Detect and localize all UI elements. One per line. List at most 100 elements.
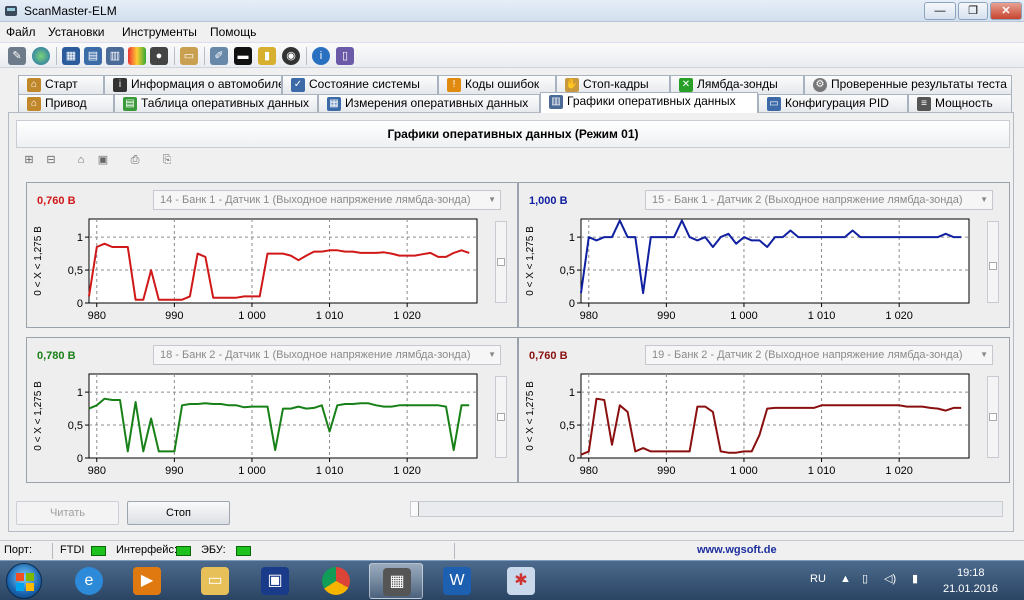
ie-icon: e bbox=[75, 567, 103, 595]
scroll-thumb[interactable] bbox=[989, 262, 997, 270]
taskbar-explorer[interactable]: ▭ bbox=[188, 563, 242, 599]
clipboard-icon[interactable]: ▭ bbox=[180, 47, 198, 65]
x-tick-label: 1 000 bbox=[238, 465, 266, 477]
stop-button[interactable]: Стоп bbox=[127, 501, 230, 525]
sensor-select-value: 15 - Банк 1 - Датчик 2 (Выходное напряже… bbox=[652, 194, 963, 206]
website-link[interactable]: www.wgsoft.de bbox=[697, 544, 777, 556]
volume-icon[interactable]: ◁) bbox=[884, 572, 896, 585]
chart-vscroll[interactable] bbox=[987, 221, 999, 303]
hand-icon: ✋ bbox=[565, 78, 579, 92]
battery-icon[interactable]: ▮ bbox=[258, 47, 276, 65]
tray-expand-icon[interactable]: ▲ bbox=[840, 573, 851, 585]
scroll-thumb[interactable] bbox=[989, 413, 997, 421]
x-tick-label: 1 010 bbox=[808, 310, 836, 322]
taskbar-scanmaster[interactable]: ▦ bbox=[369, 563, 423, 599]
main-toolbar: ✎ ▦ ▤ ▥ ● ▭ ✐ ▬ ▮ ◉ i ▯ bbox=[0, 42, 1024, 68]
palette-icon: ✱ bbox=[507, 567, 535, 595]
traffic-light-icon[interactable]: ● bbox=[150, 47, 168, 65]
save-icon[interactable]: ▣ bbox=[94, 152, 112, 168]
info-icon[interactable]: i bbox=[312, 47, 330, 65]
scroll-thumb[interactable] bbox=[411, 502, 419, 516]
scroll-thumb[interactable] bbox=[497, 413, 505, 421]
toolbar-separator bbox=[204, 47, 205, 65]
tab-label: Информация о автомобиле bbox=[131, 77, 282, 91]
minimize-button[interactable]: — bbox=[924, 2, 956, 20]
terminal-icon[interactable]: ▬ bbox=[234, 47, 252, 65]
scroll-thumb[interactable] bbox=[497, 258, 505, 266]
print-preview-icon[interactable]: ⎘ bbox=[158, 152, 176, 168]
sensor-select[interactable]: 14 - Банк 1 - Датчик 1 (Выходное напряже… bbox=[153, 190, 501, 210]
x-tick-label: 1 000 bbox=[730, 465, 758, 477]
chrome-icon bbox=[322, 567, 350, 595]
network-icon[interactable]: ▮ bbox=[912, 572, 918, 585]
taskbar-paint[interactable]: ✱ bbox=[494, 563, 548, 599]
disk-icon[interactable]: ◉ bbox=[282, 47, 300, 65]
tab-drive[interactable]: ⌂ Привод bbox=[18, 94, 114, 113]
chart-icon[interactable]: ▥ bbox=[106, 47, 124, 65]
y-tick-label: 1 bbox=[77, 387, 83, 399]
add-graph-icon[interactable]: ⊞ bbox=[20, 152, 38, 168]
taskbar-chrome[interactable] bbox=[309, 563, 363, 599]
sensor-select[interactable]: 19 - Банк 2 - Датчик 2 (Выходное напряже… bbox=[645, 345, 993, 365]
sensor-select[interactable]: 15 - Банк 1 - Датчик 2 (Выходное напряже… bbox=[645, 190, 993, 210]
remove-graph-icon[interactable]: ⊟ bbox=[42, 152, 60, 168]
open-icon[interactable]: ⌂ bbox=[72, 152, 90, 168]
chart-vscroll[interactable] bbox=[987, 376, 999, 458]
sensor-select[interactable]: 18 - Банк 2 - Датчик 1 (Выходное напряже… bbox=[153, 345, 501, 365]
read-button[interactable]: Читать bbox=[16, 501, 119, 525]
maximize-button[interactable]: ❐ bbox=[958, 2, 988, 20]
globe-icon[interactable] bbox=[32, 47, 50, 65]
close-button[interactable]: ✕ bbox=[990, 2, 1022, 20]
chart-vscroll[interactable] bbox=[495, 221, 507, 303]
time-scrollbar[interactable] bbox=[410, 501, 1003, 517]
connect-icon[interactable]: ✎ bbox=[8, 47, 26, 65]
current-value: 0,760 В bbox=[37, 195, 76, 207]
tab-error-codes[interactable]: ! Коды ошибок bbox=[438, 75, 556, 94]
taskbar-ie[interactable]: e bbox=[62, 563, 116, 599]
pen-icon[interactable]: ✐ bbox=[210, 47, 228, 65]
toolbar-separator bbox=[56, 47, 57, 65]
book-icon[interactable]: ▯ bbox=[336, 47, 354, 65]
menu-settings[interactable]: Установки bbox=[48, 25, 104, 39]
taskbar: e ▶ ▭ ▣ ▦ W ✱ RU ▲ ▯ ◁) ▮ 19:18 21.01.20… bbox=[0, 560, 1024, 600]
tab-power[interactable]: ≡ Мощность bbox=[908, 94, 1012, 113]
home-icon: ⌂ bbox=[27, 78, 41, 92]
taskbar-word[interactable]: W bbox=[430, 563, 484, 599]
clock-time[interactable]: 19:18 bbox=[957, 567, 985, 579]
taskbar-media-player[interactable]: ▶ bbox=[120, 563, 174, 599]
taskbar-save[interactable]: ▣ bbox=[248, 563, 302, 599]
start-button[interactable] bbox=[6, 563, 42, 599]
x-tick-label: 1 010 bbox=[316, 465, 344, 477]
chart-vscroll[interactable] bbox=[495, 376, 507, 458]
interface-label: Интерфейс: bbox=[116, 544, 177, 556]
tab-test-results[interactable]: ⚙ Проверенные результаты теста bbox=[804, 75, 1012, 94]
table-icon[interactable]: ▤ bbox=[84, 47, 102, 65]
battery-icon[interactable]: ▯ bbox=[862, 572, 868, 585]
port-label: Порт: bbox=[4, 544, 32, 556]
tab-vehicle-info[interactable]: i Информация о автомобиле bbox=[104, 75, 282, 94]
clock-date[interactable]: 21.01.2016 bbox=[943, 583, 998, 595]
sensor-select-value: 18 - Банк 2 - Датчик 1 (Выходное напряже… bbox=[160, 349, 471, 361]
language-indicator[interactable]: RU bbox=[810, 573, 826, 585]
tab-live-data-table[interactable]: ▤ Таблица оперативных данных bbox=[114, 94, 318, 113]
x-tick-label: 990 bbox=[165, 310, 183, 322]
grid-icon[interactable]: ▦ bbox=[62, 47, 80, 65]
tab-system-status[interactable]: ✓ Состояние системы bbox=[282, 75, 438, 94]
config-icon: ▭ bbox=[767, 97, 781, 111]
menu-help[interactable]: Помощь bbox=[210, 25, 256, 39]
plot-area bbox=[88, 218, 478, 304]
panel-title: Графики оперативных данных (Режим 01) bbox=[16, 120, 1010, 148]
print-icon[interactable]: ⎙ bbox=[126, 152, 144, 168]
chart-panel-3: 0,780 В 18 - Банк 2 - Датчик 1 (Выходное… bbox=[26, 337, 518, 483]
menu-file[interactable]: Файл bbox=[6, 25, 36, 39]
tab-pid-config[interactable]: ▭ Конфигурация PID bbox=[758, 94, 908, 113]
tab-start[interactable]: ⌂ Старт bbox=[18, 75, 104, 94]
y-tick-label: 0 bbox=[77, 298, 83, 310]
x-tick-label: 1 020 bbox=[393, 465, 421, 477]
color-icon[interactable] bbox=[128, 47, 146, 65]
tab-live-data-measurements[interactable]: ▦ Измерения оперативных данных bbox=[318, 94, 540, 113]
tab-live-data-graphs[interactable]: ▥ Графики оперативных данных bbox=[540, 92, 758, 113]
toolbar-separator bbox=[306, 47, 307, 65]
table-icon: ▤ bbox=[123, 97, 137, 111]
menu-tools[interactable]: Инструменты bbox=[122, 25, 197, 39]
